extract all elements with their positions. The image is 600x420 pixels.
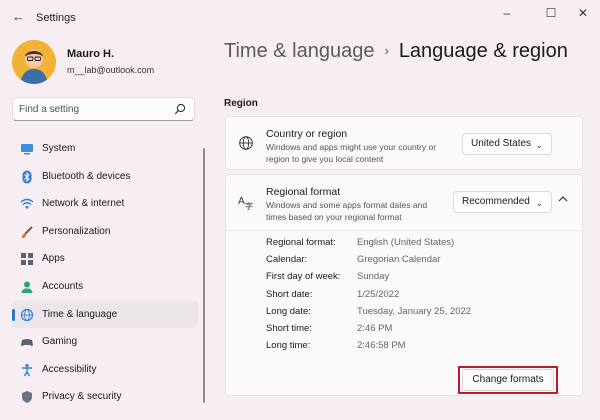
format-value: 2:46:58 PM [357,340,406,351]
wifi-icon [20,198,34,210]
sidebar-item-label: Privacy & security [42,391,122,403]
country-region-card: Country or region Windows and apps might… [225,116,583,170]
change-formats-button[interactable]: Change formats [462,369,554,391]
format-label: Regional format: [266,237,336,248]
avatar [12,40,56,84]
format-label: Calendar: [266,254,308,265]
sidebar-item-network[interactable]: Network & internet [12,190,198,218]
sidebar-item-system[interactable]: System [12,135,198,163]
format-value: English (United States) [357,237,455,248]
sidebar-item-accounts[interactable]: Accounts [12,273,198,301]
format-value: Tuesday, January 25, 2022 [357,306,472,317]
chevron-up-icon[interactable] [554,190,572,208]
format-row: Short date: 1/25/2022 [266,289,566,303]
search-icon[interactable] [173,102,187,116]
sidebar-item-label: Accessibility [42,363,97,375]
format-label: First day of week: [266,271,341,282]
brush-icon [22,226,33,238]
format-value: Sunday [357,271,390,282]
profile-name: Mauro H. [67,48,115,60]
format-value: 1/25/2022 [357,289,400,300]
globe-clock-icon [20,308,34,321]
dropdown-value: Recommended [462,196,530,207]
format-row: Short time: 2:46 PM [266,323,566,337]
card-description: Windows and some apps format dates and t… [266,200,428,222]
format-label: Long date: [266,306,311,317]
regional-format-card: A 字 Regional format Windows and some app… [225,174,583,396]
sidebar-scrollbar[interactable] [203,148,205,403]
format-row: Long time: 2:46:58 PM [266,340,566,354]
sidebar-item-label: Network & internet [42,198,125,210]
divider [226,230,582,231]
close-icon[interactable]: ✕ [566,4,600,22]
search-input[interactable] [19,101,169,117]
format-value: Gregorian Calendar [357,254,441,265]
format-row: Long date: Tuesday, January 25, 2022 [266,306,566,320]
title-bar: ← Settings – ☐ ✕ [0,0,600,34]
sidebar-item-label: Time & language [42,308,118,320]
sidebar-item-label: Accounts [42,280,84,292]
sidebar-item-label: Gaming [42,336,78,348]
app-title: Settings [36,12,76,24]
apps-grid-icon [21,253,33,266]
sidebar-nav: System Bluetooth & devices Network & int… [12,135,198,411]
sidebar-item-personalization[interactable]: Personalization [12,218,198,246]
sidebar-item-accessibility[interactable]: Accessibility [12,356,198,384]
sidebar-item-apps[interactable]: Apps [12,245,198,273]
sidebar-item-label: Personalization [42,225,111,237]
card-title: Regional format [266,186,341,198]
section-title: Region [224,98,258,109]
format-row: Calendar: Gregorian Calendar [266,254,566,268]
country-dropdown[interactable]: United States ⌄ [462,133,552,155]
sidebar-item-label: System [42,143,76,154]
language-format-icon: A 字 [238,196,253,210]
bluetooth-icon [22,170,32,184]
format-label: Short time: [266,323,312,334]
svg-text:A: A [238,196,245,207]
chevron-down-icon: ⌄ [535,198,543,208]
breadcrumb: Time & language › Language & region [224,40,568,70]
sidebar-item-label: Apps [42,253,65,265]
format-row: First day of week: Sunday [266,271,566,285]
user-profile[interactable]: Mauro H. m__lab@outlook.com [12,40,202,84]
sidebar-item-time-language[interactable]: Time & language [12,300,198,329]
minimize-icon[interactable]: – [490,4,524,22]
dropdown-value: United States [471,138,532,149]
maximize-icon[interactable]: ☐ [534,4,568,22]
format-label: Short date: [266,289,313,300]
svg-text:字: 字 [245,201,253,210]
regional-format-dropdown[interactable]: Recommended ⌄ [453,191,552,213]
gamepad-icon [21,339,33,347]
person-icon [21,281,33,293]
sidebar-item-gaming[interactable]: Gaming [12,328,198,356]
format-label: Long time: [266,340,311,351]
shield-icon [22,391,32,404]
format-value: 2:46 PM [357,323,393,334]
search-box[interactable] [12,97,195,121]
sidebar-item-bluetooth[interactable]: Bluetooth & devices [12,163,198,191]
chevron-right-icon: › [384,43,389,58]
format-row: Regional format: English (United States) [266,237,566,251]
globe-icon [239,136,253,150]
card-title: Country or region [266,128,348,140]
page-title: Language & region [398,40,568,62]
accessibility-icon [22,363,32,377]
chevron-down-icon: ⌄ [535,140,543,150]
sidebar-item-label: Bluetooth & devices [42,170,131,182]
breadcrumb-parent[interactable]: Time & language [224,40,374,62]
back-arrow-icon[interactable]: ← [12,9,25,24]
monitor-icon [21,144,33,155]
profile-email: m__lab@outlook.com [67,65,155,75]
active-indicator [12,308,15,321]
sidebar-item-privacy[interactable]: Privacy & security [12,383,198,411]
card-description: Windows and apps might use your country … [266,142,437,164]
